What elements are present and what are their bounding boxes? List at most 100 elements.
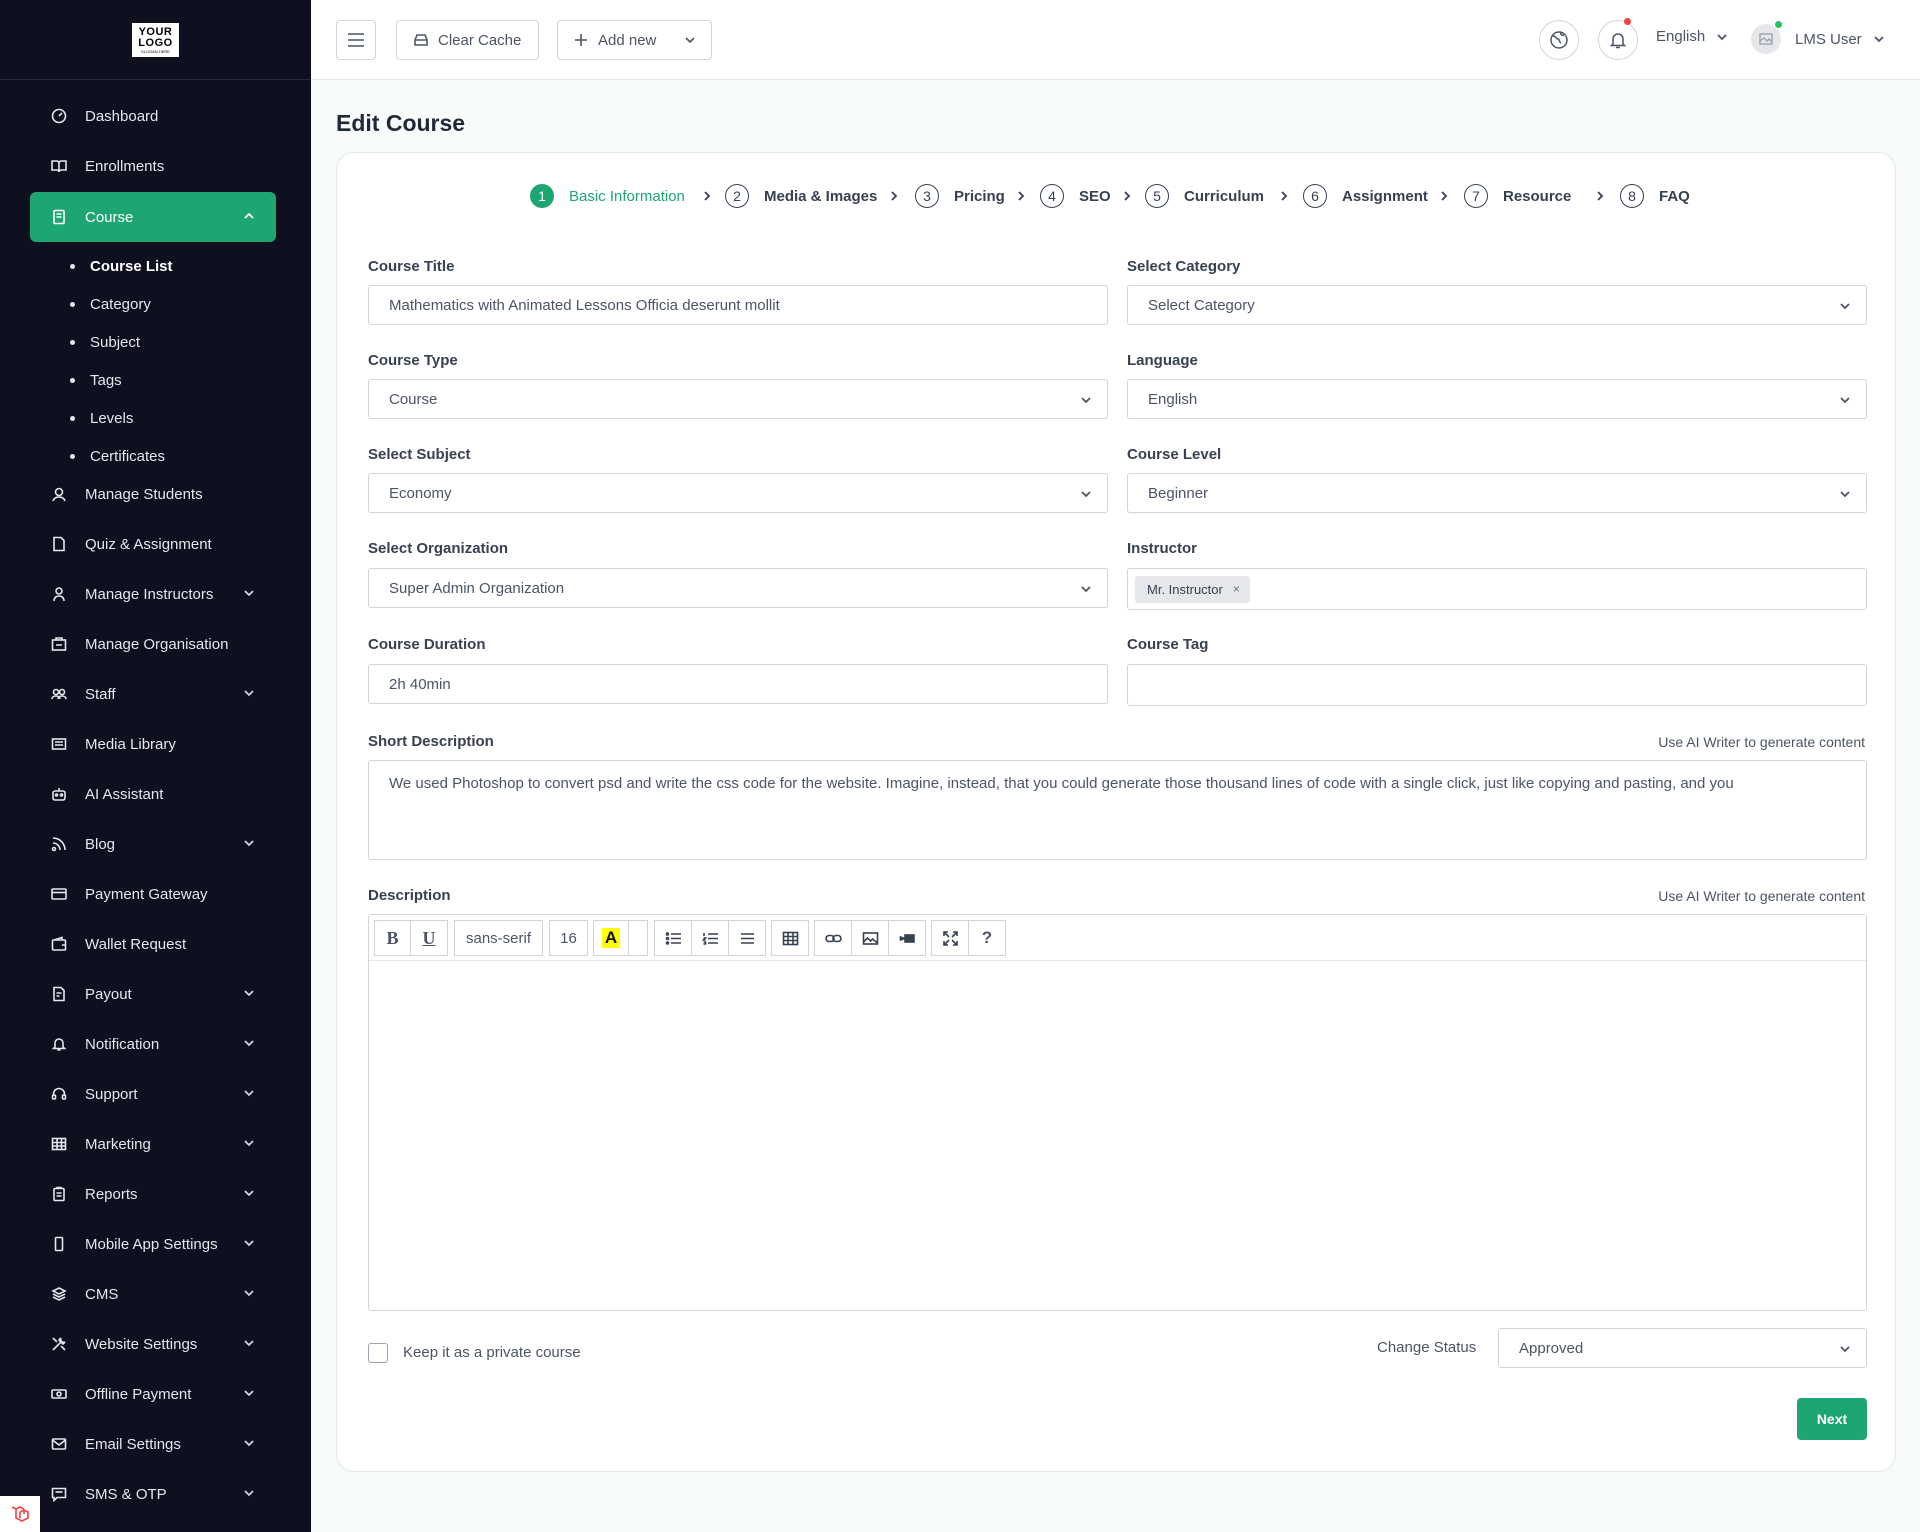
step-basic-information[interactable]: 1 Basic Information: [530, 181, 685, 211]
color-dropdown-toggle[interactable]: [628, 920, 648, 956]
organization-select[interactable]: Super Admin Organization: [368, 568, 1108, 608]
sidebar-item-staff[interactable]: Staff: [30, 669, 276, 719]
sidebar-item-media-library[interactable]: Media Library: [30, 719, 276, 769]
logo[interactable]: YOUR LOGO SLOGAN HERE: [132, 22, 179, 57]
chevron-right-icon: [700, 189, 714, 203]
chevron-right-icon: [1437, 189, 1451, 203]
sidebar-item-cms[interactable]: CMS: [30, 1269, 276, 1319]
table-button[interactable]: [771, 920, 809, 956]
course-duration-input[interactable]: 2h 40min: [368, 664, 1108, 704]
add-new-button[interactable]: Add new: [557, 20, 712, 60]
language-selector[interactable]: English: [1656, 28, 1729, 45]
credit-card-icon: [50, 885, 68, 903]
status-select[interactable]: Approved: [1498, 1328, 1867, 1368]
font-family-dropdown[interactable]: sans-serif: [454, 920, 543, 956]
sidebar-item-blog[interactable]: Blog: [30, 819, 276, 869]
link-button[interactable]: [814, 920, 852, 956]
table-icon: [782, 931, 798, 945]
sidebar-subitem-certificates[interactable]: Certificates: [90, 441, 165, 471]
chevron-right-icon: [1014, 189, 1028, 203]
language-select[interactable]: English: [1127, 379, 1867, 419]
ai-writer-link[interactable]: Use AI Writer to generate content: [1658, 888, 1865, 904]
underline-button[interactable]: U: [410, 920, 448, 956]
category-select[interactable]: Select Category: [1127, 285, 1867, 325]
short-description-textarea[interactable]: We used Photoshop to convert psd and wri…: [368, 760, 1867, 860]
image-button[interactable]: [851, 920, 889, 956]
text-color-button[interactable]: A: [593, 920, 629, 956]
video-button[interactable]: [888, 920, 926, 956]
course-type-value: Course: [389, 390, 438, 408]
sidebar-item-wallet-request[interactable]: Wallet Request: [30, 919, 276, 969]
instructor-chip: Mr. Instructor ×: [1135, 575, 1250, 603]
font-size-dropdown[interactable]: 16: [549, 920, 588, 956]
unordered-list-button[interactable]: [654, 920, 692, 956]
step-media-images[interactable]: 2 Media & Images: [725, 181, 877, 211]
sidebar-item-label: Dashboard: [85, 107, 159, 125]
sidebar-item-label: Course: [85, 208, 134, 226]
sidebar-item-offline-payment[interactable]: Offline Payment: [30, 1369, 276, 1419]
sidebar-subitem-subject[interactable]: Subject: [90, 327, 140, 357]
step-number: 7: [1464, 184, 1488, 208]
sidebar-item-email-settings[interactable]: Email Settings: [30, 1419, 276, 1469]
clear-cache-button[interactable]: Clear Cache: [396, 20, 539, 60]
course-tag-input[interactable]: [1127, 664, 1867, 706]
step-pricing[interactable]: 3 Pricing: [915, 181, 1005, 211]
sidebar-subitem-category[interactable]: Category: [90, 289, 151, 319]
remove-chip-icon[interactable]: ×: [1233, 582, 1240, 596]
avatar-placeholder-icon: [1759, 33, 1773, 45]
course-level-select[interactable]: Beginner: [1127, 473, 1867, 513]
ordered-list-button[interactable]: [691, 920, 729, 956]
logo-area[interactable]: YOUR LOGO SLOGAN HERE: [0, 0, 311, 80]
sidebar-item-manage-organisation[interactable]: Manage Organisation: [30, 619, 276, 669]
sidebar-item-marketing[interactable]: Marketing: [30, 1119, 276, 1169]
help-button[interactable]: ?: [968, 920, 1006, 956]
sidebar-item-label: Mobile App Settings: [85, 1235, 218, 1253]
private-course-checkbox[interactable]: [368, 1343, 388, 1363]
description-editor[interactable]: B U sans-serif 16 A ?: [368, 914, 1867, 1311]
notifications-button[interactable]: [1598, 20, 1638, 60]
hard-drive-icon: [414, 34, 428, 46]
instructor-multiselect[interactable]: Mr. Instructor ×: [1127, 568, 1867, 610]
sidebar-item-reports[interactable]: Reports: [30, 1169, 276, 1219]
sidebar-subitem-course-list[interactable]: Course List: [90, 251, 173, 281]
sidebar-item-ai-assistant[interactable]: AI Assistant: [30, 769, 276, 819]
sidebar-item-payout[interactable]: Payout: [30, 969, 276, 1019]
step-resource[interactable]: 7 Resource: [1464, 181, 1571, 211]
message-icon: [50, 1485, 68, 1503]
sidebar-item-quiz-assignment[interactable]: Quiz & Assignment: [30, 519, 276, 569]
sidebar-item-label: Offline Payment: [85, 1385, 192, 1403]
sidebar-item-enrollments[interactable]: Enrollments: [30, 141, 276, 191]
step-faq[interactable]: 8 FAQ: [1620, 181, 1690, 211]
step-seo[interactable]: 4 SEO: [1040, 181, 1111, 211]
course-type-select[interactable]: Course: [368, 379, 1108, 419]
globe-button[interactable]: [1539, 20, 1579, 60]
next-button[interactable]: Next: [1797, 1398, 1867, 1440]
language-field-label: Language: [1127, 352, 1198, 369]
sidebar-item-course[interactable]: Course: [30, 192, 276, 242]
sidebar-item-notification[interactable]: Notification: [30, 1019, 276, 1069]
sidebar-item-mobile-app-settings[interactable]: Mobile App Settings: [30, 1219, 276, 1269]
organization-value: Super Admin Organization: [389, 579, 565, 597]
menu-toggle-button[interactable]: [336, 20, 376, 60]
ai-writer-link[interactable]: Use AI Writer to generate content: [1658, 734, 1865, 750]
course-title-input[interactable]: Mathematics with Animated Lessons Offici…: [368, 285, 1108, 325]
user-menu[interactable]: LMS User: [1751, 21, 1886, 54]
bold-button[interactable]: B: [374, 920, 411, 956]
sidebar-subitem-levels[interactable]: Levels: [90, 403, 133, 433]
sidebar-item-manage-instructors[interactable]: Manage Instructors: [30, 569, 276, 619]
subject-select[interactable]: Economy: [368, 473, 1108, 513]
fullscreen-button[interactable]: [931, 920, 969, 956]
sidebar-item-dashboard[interactable]: Dashboard: [30, 91, 276, 141]
sidebar-subitem-tags[interactable]: Tags: [90, 365, 122, 395]
step-label: Resource: [1503, 187, 1572, 205]
step-curriculum[interactable]: 5 Curriculum: [1145, 181, 1264, 211]
sidebar-item-website-settings[interactable]: Website Settings: [30, 1319, 276, 1369]
sidebar-item-label: Enrollments: [85, 157, 165, 175]
step-assignment[interactable]: 6 Assignment: [1303, 181, 1428, 211]
sidebar-item-payment-gateway[interactable]: Payment Gateway: [30, 869, 276, 919]
laravel-icon[interactable]: [0, 1496, 40, 1532]
paragraph-align-button[interactable]: [728, 920, 766, 956]
sidebar-item-support[interactable]: Support: [30, 1069, 276, 1119]
sidebar-item-manage-students[interactable]: Manage Students: [30, 469, 276, 519]
sidebar-item-sms-otp[interactable]: SMS & OTP: [30, 1469, 276, 1519]
